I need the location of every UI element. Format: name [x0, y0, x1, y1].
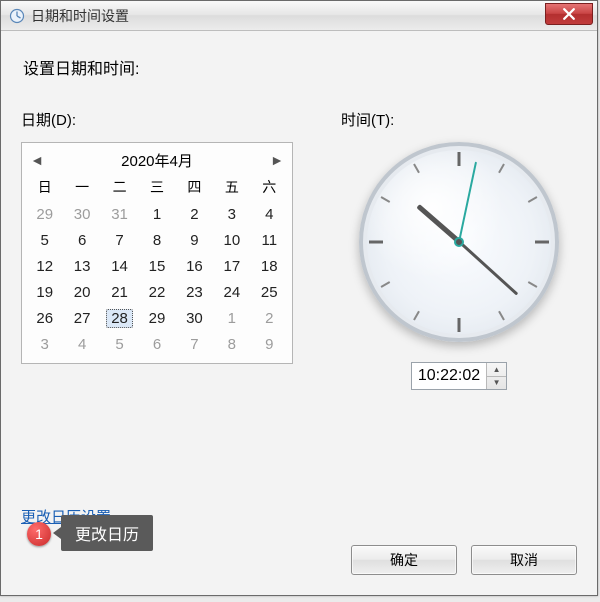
calendar-dow: 日: [26, 173, 63, 201]
calendar-day[interactable]: 25: [251, 279, 288, 305]
calendar-day[interactable]: 2: [251, 305, 288, 331]
close-button[interactable]: [545, 3, 593, 25]
analog-clock: [359, 142, 559, 342]
dialog-body: 设置日期和时间: 日期(D): ◄ 2020年4月 ► 日一二三四五六29303…: [1, 31, 597, 595]
time-spinner-down[interactable]: ▼: [487, 377, 506, 390]
titlebar: 日期和时间设置: [1, 1, 597, 31]
annotation-badge: 1: [27, 522, 51, 546]
calendar-dow: 二: [101, 173, 138, 201]
calendar-day[interactable]: 14: [101, 253, 138, 279]
calendar-day[interactable]: 12: [26, 253, 63, 279]
calendar-day[interactable]: 31: [101, 201, 138, 227]
calendar-day[interactable]: 11: [251, 227, 288, 253]
calendar-day[interactable]: 2: [176, 201, 213, 227]
calendar-day[interactable]: 30: [63, 201, 100, 227]
annotation-tooltip: 更改日历: [61, 515, 153, 551]
calendar-day[interactable]: 21: [101, 279, 138, 305]
calendar-day[interactable]: 22: [138, 279, 175, 305]
calendar-day[interactable]: 16: [176, 253, 213, 279]
datetime-icon: [9, 8, 25, 24]
time-spinner: ▲ ▼: [486, 363, 506, 389]
calendar-day[interactable]: 24: [213, 279, 250, 305]
calendar-day[interactable]: 1: [138, 201, 175, 227]
calendar-day[interactable]: 4: [63, 331, 100, 357]
calendar-day[interactable]: 7: [176, 331, 213, 357]
clock-second-hand: [458, 162, 477, 243]
calendar-dow: 三: [138, 173, 175, 201]
cancel-button[interactable]: 取消: [471, 545, 577, 575]
calendar-day[interactable]: 6: [63, 227, 100, 253]
clock-minute-hand: [458, 241, 518, 296]
calendar-dow: 五: [213, 173, 250, 201]
calendar-day[interactable]: 17: [213, 253, 250, 279]
calendar-day[interactable]: 13: [63, 253, 100, 279]
calendar-next-button[interactable]: ►: [266, 149, 288, 171]
calendar-day[interactable]: 4: [251, 201, 288, 227]
calendar-day[interactable]: 5: [26, 227, 63, 253]
calendar-day[interactable]: 1: [213, 305, 250, 331]
calendar-day[interactable]: 9: [251, 331, 288, 357]
calendar-day[interactable]: 5: [101, 331, 138, 357]
calendar-day[interactable]: 9: [176, 227, 213, 253]
calendar-day[interactable]: 29: [138, 305, 175, 331]
calendar-dow: 四: [176, 173, 213, 201]
calendar-month-label[interactable]: 2020年4月: [121, 150, 193, 171]
calendar-dow: 一: [63, 173, 100, 201]
calendar-day[interactable]: 20: [63, 279, 100, 305]
clock-hub-icon: [454, 237, 464, 247]
calendar-day[interactable]: 3: [213, 201, 250, 227]
time-spinner-up[interactable]: ▲: [487, 363, 506, 377]
close-icon: [563, 8, 575, 20]
calendar-day[interactable]: 6: [138, 331, 175, 357]
calendar-day[interactable]: 19: [26, 279, 63, 305]
dialog-subtitle: 设置日期和时间:: [23, 55, 577, 79]
calendar-day[interactable]: 18: [251, 253, 288, 279]
calendar-day[interactable]: 7: [101, 227, 138, 253]
calendar-prev-button[interactable]: ◄: [26, 149, 48, 171]
time-group-label: 时间(T):: [341, 109, 577, 130]
calendar-dow: 六: [251, 173, 288, 201]
calendar-day[interactable]: 30: [176, 305, 213, 331]
time-value[interactable]: 10:22:02: [412, 363, 486, 389]
calendar-day[interactable]: 15: [138, 253, 175, 279]
calendar-day[interactable]: 26: [26, 305, 63, 331]
date-group-label: 日期(D):: [21, 109, 301, 130]
calendar: ◄ 2020年4月 ► 日一二三四五六293031123456789101112…: [21, 142, 293, 364]
time-input[interactable]: 10:22:02 ▲ ▼: [411, 362, 507, 390]
calendar-day[interactable]: 8: [138, 227, 175, 253]
calendar-day[interactable]: 29: [26, 201, 63, 227]
clock-hour-hand: [416, 204, 461, 244]
window-title: 日期和时间设置: [31, 6, 129, 26]
calendar-day[interactable]: 8: [213, 331, 250, 357]
calendar-day[interactable]: 10: [213, 227, 250, 253]
calendar-day[interactable]: 27: [63, 305, 100, 331]
calendar-day[interactable]: 3: [26, 331, 63, 357]
calendar-day[interactable]: 23: [176, 279, 213, 305]
dialog-window: 日期和时间设置 设置日期和时间: 日期(D): ◄ 2020年4月 ► 日一二三…: [0, 0, 598, 596]
ok-button[interactable]: 确定: [351, 545, 457, 575]
calendar-day[interactable]: 28: [101, 305, 138, 331]
